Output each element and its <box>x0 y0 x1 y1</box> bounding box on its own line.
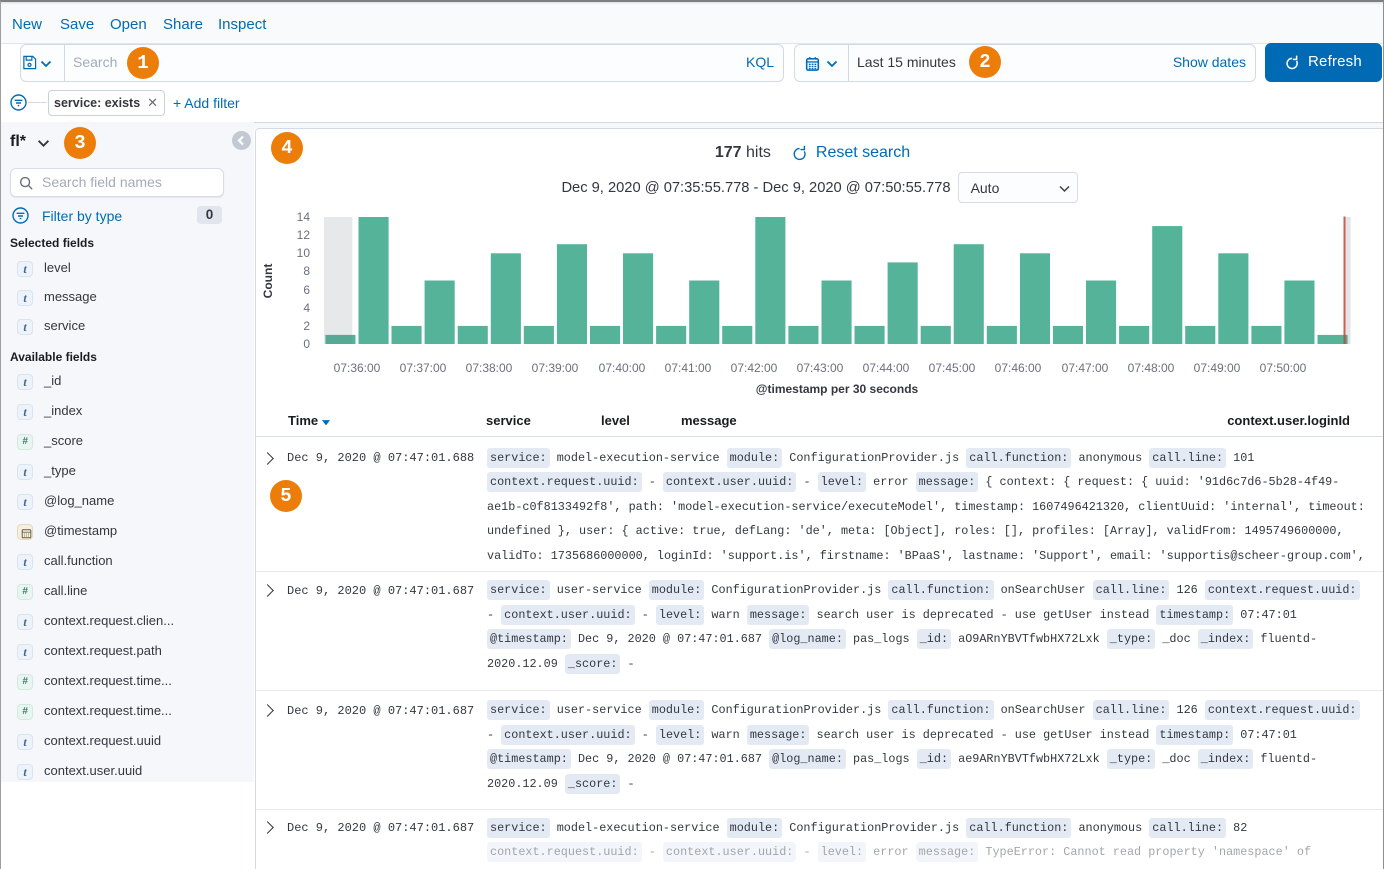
svg-text:6: 6 <box>303 283 310 297</box>
svg-text:2: 2 <box>303 319 310 333</box>
svg-text:07:39:00: 07:39:00 <box>532 361 579 375</box>
svg-text:4: 4 <box>303 301 310 315</box>
svg-text:07:49:00: 07:49:00 <box>1194 361 1241 375</box>
svg-text:07:40:00: 07:40:00 <box>599 361 646 375</box>
svg-text:07:46:00: 07:46:00 <box>995 361 1042 375</box>
svg-text:07:37:00: 07:37:00 <box>400 361 447 375</box>
svg-text:07:36:00: 07:36:00 <box>334 361 381 375</box>
svg-text:07:43:00: 07:43:00 <box>797 361 844 375</box>
svg-text:07:42:00: 07:42:00 <box>731 361 778 375</box>
svg-text:07:44:00: 07:44:00 <box>863 361 910 375</box>
svg-text:8: 8 <box>303 264 310 278</box>
svg-text:07:41:00: 07:41:00 <box>665 361 712 375</box>
svg-text:Count: Count <box>261 264 275 299</box>
svg-text:07:38:00: 07:38:00 <box>466 361 513 375</box>
svg-text:07:48:00: 07:48:00 <box>1128 361 1175 375</box>
svg-text:07:47:00: 07:47:00 <box>1062 361 1109 375</box>
svg-text:0: 0 <box>303 337 310 351</box>
svg-text:10: 10 <box>297 246 311 260</box>
svg-text:@timestamp per 30 seconds: @timestamp per 30 seconds <box>756 382 919 396</box>
svg-text:14: 14 <box>297 210 311 224</box>
svg-text:07:45:00: 07:45:00 <box>929 361 976 375</box>
svg-text:07:50:00: 07:50:00 <box>1260 361 1307 375</box>
svg-text:12: 12 <box>297 228 311 242</box>
